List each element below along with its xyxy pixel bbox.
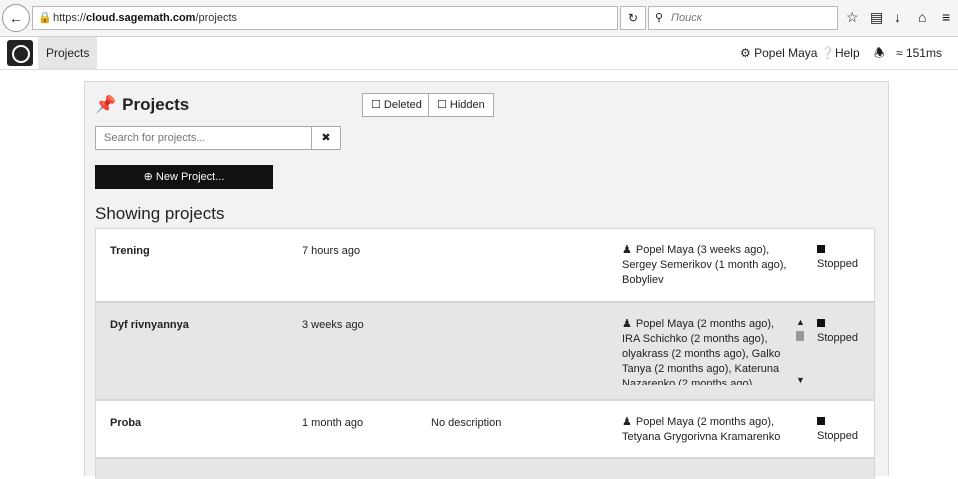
address-bar[interactable]: 🔒 https://cloud.sagemath.com/projects: [32, 6, 618, 30]
scroll-down-icon[interactable]: ▼: [796, 375, 805, 385]
project-state: Stopped: [817, 415, 858, 444]
reload-icon[interactable]: ↻: [620, 6, 646, 30]
search-input[interactable]: [102, 127, 306, 149]
user-icon: ♟: [622, 318, 632, 330]
toggle-hidden[interactable]: ☐ Hidden: [428, 93, 494, 117]
project-row[interactable]: Dyf rivnyannya 3 weeks ago ♟ Popel Maya (…: [95, 302, 875, 400]
project-state-text: Stopped: [817, 332, 858, 344]
app-header: Projects ⚙ Popel Maya ❔Help 🕭 ≈ 151ms: [0, 37, 958, 70]
project-users-text: Popel Maya (2 months ago), IRA Schichko …: [622, 318, 781, 385]
star-icon[interactable]: ☆: [846, 8, 859, 26]
home-icon[interactable]: ⌂: [918, 8, 926, 26]
project-state: Stopped: [817, 317, 858, 346]
project-state: Stopped: [817, 243, 858, 272]
scroll-up-icon[interactable]: ▲: [796, 317, 805, 327]
project-time: 1 month ago: [302, 417, 364, 429]
browser-search-box[interactable]: ⚲: [648, 6, 838, 30]
projects-panel: 📌 Projects ☐ Deleted ☐ Hidden ✖ ⊕ New Pro…: [84, 81, 889, 479]
search-icon: ⚲: [655, 12, 664, 24]
page-title: 📌 Projects: [95, 95, 189, 115]
gear-icon: ⚙: [740, 46, 751, 60]
clipboard-icon[interactable]: ▤: [870, 8, 883, 26]
new-project-label: New Project...: [155, 171, 225, 183]
showing-heading: Showing projects: [95, 204, 225, 223]
download-icon[interactable]: ↓: [894, 8, 901, 26]
lock-icon: 🔒: [38, 12, 52, 24]
browser-search-input[interactable]: [669, 9, 833, 27]
project-row[interactable]: Trening 7 hours ago ♟ Popel Maya (3 weeks…: [95, 228, 875, 302]
account-menu[interactable]: ⚙ Popel Maya: [740, 37, 817, 69]
user-name: Popel Maya: [754, 46, 818, 60]
project-name[interactable]: Trening: [110, 245, 150, 257]
connection-indicator: ≈ 151ms: [896, 37, 942, 69]
help-label: Help: [834, 46, 860, 60]
project-users: ♟ Popel Maya (2 months ago), Tetyana Gryg…: [622, 415, 792, 445]
user-icon: ♟: [622, 416, 632, 428]
project-users-text: Popel Maya (3 weeks ago), Sergey Semerik…: [622, 244, 787, 286]
project-description: No description: [431, 417, 502, 429]
project-users-text: Popel Maya (2 months ago), Tetyana Grygo…: [622, 416, 781, 443]
back-icon[interactable]: ←: [2, 4, 30, 32]
user-icon: ♟: [622, 244, 632, 256]
project-name[interactable]: Dyf rivnyannya: [110, 319, 189, 331]
stop-icon: [817, 245, 825, 253]
sagemath-logo-icon[interactable]: [7, 40, 33, 66]
project-state-text: Stopped: [817, 430, 858, 442]
tab-projects[interactable]: Projects: [38, 37, 98, 69]
project-row-partial[interactable]: [95, 458, 875, 479]
toggle-deleted[interactable]: ☐ Deleted: [362, 93, 431, 117]
project-name[interactable]: Proba: [110, 417, 141, 429]
ping-value: 151ms: [905, 46, 942, 60]
stop-icon: [817, 417, 825, 425]
project-row[interactable]: Proba 1 month ago No description ♟ Popel …: [95, 400, 875, 458]
wifi-icon: ≈: [896, 46, 903, 60]
browser-toolbar: ← 🔒 https://cloud.sagemath.com/projects …: [0, 0, 958, 37]
new-project-button[interactable]: ⊕ New Project...: [95, 165, 273, 189]
project-state-text: Stopped: [817, 258, 858, 270]
project-users: ♟ Popel Maya (3 weeks ago), Sergey Semeri…: [622, 243, 792, 288]
project-search: ✖: [95, 126, 341, 150]
help-button[interactable]: ❔Help: [820, 37, 860, 69]
project-time: 3 weeks ago: [302, 319, 364, 331]
project-time: 7 hours ago: [302, 245, 361, 257]
stop-icon: [817, 319, 825, 327]
users-scrollbar[interactable]: ▲ ▼: [794, 317, 806, 387]
menu-icon[interactable]: ≡: [942, 8, 950, 26]
notifications-icon[interactable]: 🕭: [874, 37, 885, 69]
toggle-deleted-label: Deleted: [383, 99, 422, 111]
question-icon: ❔: [820, 46, 835, 60]
page-title-text: Projects: [122, 95, 190, 114]
toggle-hidden-label: Hidden: [449, 99, 485, 111]
url-text: https://cloud.sagemath.com/projects: [53, 12, 238, 24]
scroll-thumb[interactable]: [796, 331, 804, 341]
project-users: ♟ Popel Maya (2 months ago), IRA Schichko…: [622, 317, 792, 385]
pin-icon: 📌: [95, 95, 117, 114]
clear-search-icon[interactable]: ✖: [311, 127, 340, 149]
